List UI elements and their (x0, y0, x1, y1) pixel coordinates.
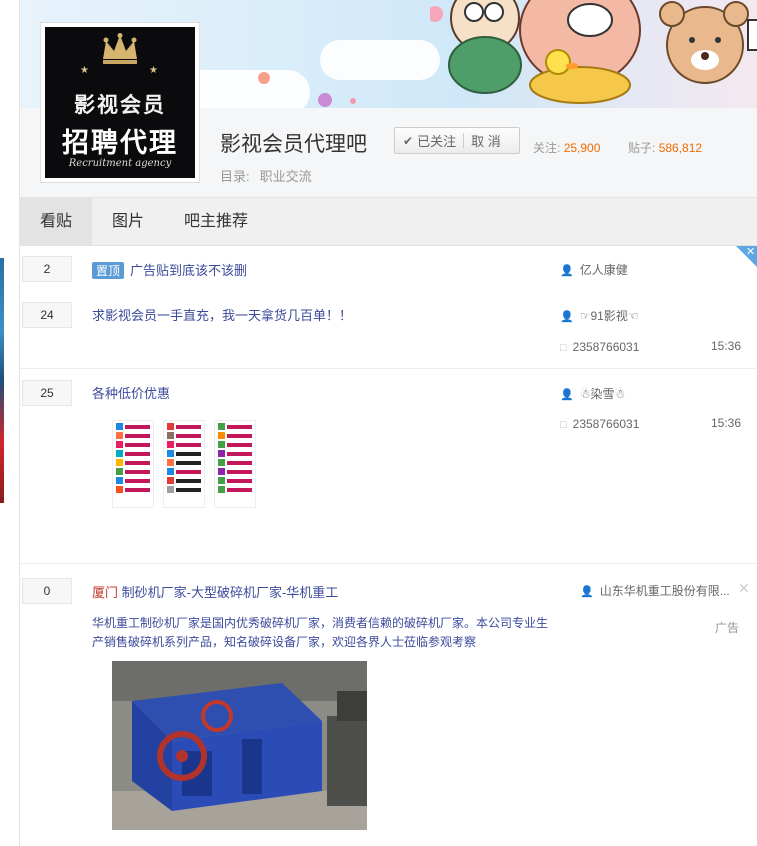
ad-abstract-line: 华机重工制砂机厂家是国内优秀破碎机厂家，消费者信赖的破碎机厂家。本公司专业生 (92, 616, 549, 630)
thread-title[interactable]: 求影视会员一手直充，我一天拿货几百单！！ (92, 305, 352, 324)
ad-abstract[interactable]: 华机重工制砂机厂家是国内优秀破碎机厂家，消费者信赖的破碎机厂家。本公司专业生 产… (92, 614, 552, 652)
user-icon: 👤 (560, 389, 574, 401)
logo-text-line2: 招聘代理 (62, 128, 178, 159)
thread-thumbnail[interactable] (112, 420, 154, 508)
thread-divider (20, 563, 757, 564)
crown-icon (103, 33, 137, 64)
catalog-label: 目录: (220, 169, 250, 184)
unfollow-button[interactable]: 取 消 (471, 131, 501, 150)
last-reply-user[interactable]: □ 2358766031 (560, 417, 639, 431)
posts-count: 586,812 (658, 141, 703, 155)
forum-title[interactable]: 影视会员代理吧 (220, 128, 367, 158)
thread-author[interactable]: 👤 ☞91影视☜ (560, 307, 639, 324)
author-name[interactable]: ☞91影视☜ (580, 309, 639, 323)
close-icon[interactable]: ✕ (746, 246, 755, 258)
last-reply-time: 15:36 (711, 339, 742, 353)
forum-tabs: 看贴 图片 吧主推荐 (20, 198, 757, 246)
author-name[interactable]: ☃染雪☃ (580, 387, 626, 401)
user-icon: 👤 (560, 311, 574, 323)
thread-divider (20, 368, 757, 369)
forum-logo[interactable]: ★★ 影视会员 招聘代理 Recruitment agency (40, 22, 200, 183)
thread-title[interactable]: 置顶 广告贴到底该不该删 (92, 260, 247, 279)
ad-title-text[interactable]: 制砂机厂家-大型破碎机厂家-华机重工 (122, 585, 339, 600)
posts-stat: 贴子: 586,812 (628, 139, 702, 156)
posts-label: 贴子: (628, 141, 656, 155)
catalog-link[interactable]: 职业交流 (260, 169, 312, 184)
banner-cartoon-illustration (430, 0, 757, 104)
banner-dot (318, 93, 332, 107)
followers-label: 关注: (533, 141, 561, 155)
user-icon: 👤 (580, 586, 594, 598)
ad-location[interactable]: 厦门 (92, 585, 118, 600)
thread-title[interactable]: 各种低价优惠 (92, 383, 170, 402)
forum-catalog: 目录: 职业交流 (220, 166, 312, 185)
last-reply-name[interactable]: 2358766031 (573, 417, 640, 431)
thread-author[interactable]: 👤 亿人康健 (560, 261, 628, 278)
page: ★★ 影视会员 招聘代理 Recruitment agency 影视会员代理吧 … (0, 0, 757, 846)
ad-label: 广告 (715, 621, 740, 635)
button-separator (463, 133, 465, 148)
thread-thumbnail[interactable] (163, 420, 205, 508)
ad-crusher-image[interactable] (112, 661, 367, 830)
logo-text-line1: 影视会员 (74, 92, 166, 117)
ad-title[interactable]: 厦门 制砂机厂家-大型破碎机厂家-华机重工 (92, 582, 338, 601)
user-icon: 👤 (560, 265, 574, 277)
followers-stat: 关注: 25,900 (533, 139, 600, 156)
crusher-machine-illustration (112, 661, 367, 830)
comment-icon: □ (560, 342, 567, 354)
author-name[interactable]: 亿人康健 (580, 263, 628, 277)
ad-author[interactable]: 👤 山东华机重工股份有限... (580, 582, 730, 599)
left-neighbor-edge (0, 0, 20, 846)
last-reply-time: 15:36 (711, 416, 742, 430)
reply-count: 24 (22, 302, 72, 328)
pinned-badge: 置顶 (92, 262, 125, 279)
reply-count: 0 (22, 578, 72, 604)
thread-author[interactable]: 👤 ☃染雪☃ (560, 385, 625, 402)
last-reply-name[interactable]: 2358766031 (573, 340, 640, 354)
ad-abstract-line: 产销售破碎机系列产品，知名破碎设备厂家，欢迎各界人士莅临参观考察 (92, 635, 477, 649)
followers-count: 25,900 (563, 141, 601, 155)
comment-icon: □ (560, 419, 567, 431)
tab-recommended[interactable]: 吧主推荐 (164, 198, 268, 246)
ad-close-icon[interactable]: ✕ (738, 580, 750, 597)
follow-toggle-button[interactable]: ✔ 已关注 取 消 (394, 127, 520, 154)
thread-title-text[interactable]: 广告贴到底该不该删 (130, 263, 247, 278)
tab-images[interactable]: 图片 (92, 198, 164, 246)
followed-label: 已关注 (417, 134, 457, 149)
neighbor-image-strip (0, 258, 4, 503)
banner-dot (350, 98, 356, 104)
tab-posts[interactable]: 看贴 (20, 198, 93, 246)
logo-text-line3: Recruitment agency (68, 158, 172, 169)
reply-count: 2 (22, 256, 72, 282)
author-name[interactable]: 山东华机重工股份有限... (600, 584, 730, 598)
last-reply-user[interactable]: □ 2358766031 (560, 340, 639, 354)
thread-thumbnail[interactable] (214, 420, 256, 508)
logo-stars: ★★ (80, 65, 218, 76)
checkmark-icon: ✔ (403, 133, 414, 148)
reply-count: 25 (22, 380, 72, 406)
banner-dot (258, 72, 270, 84)
